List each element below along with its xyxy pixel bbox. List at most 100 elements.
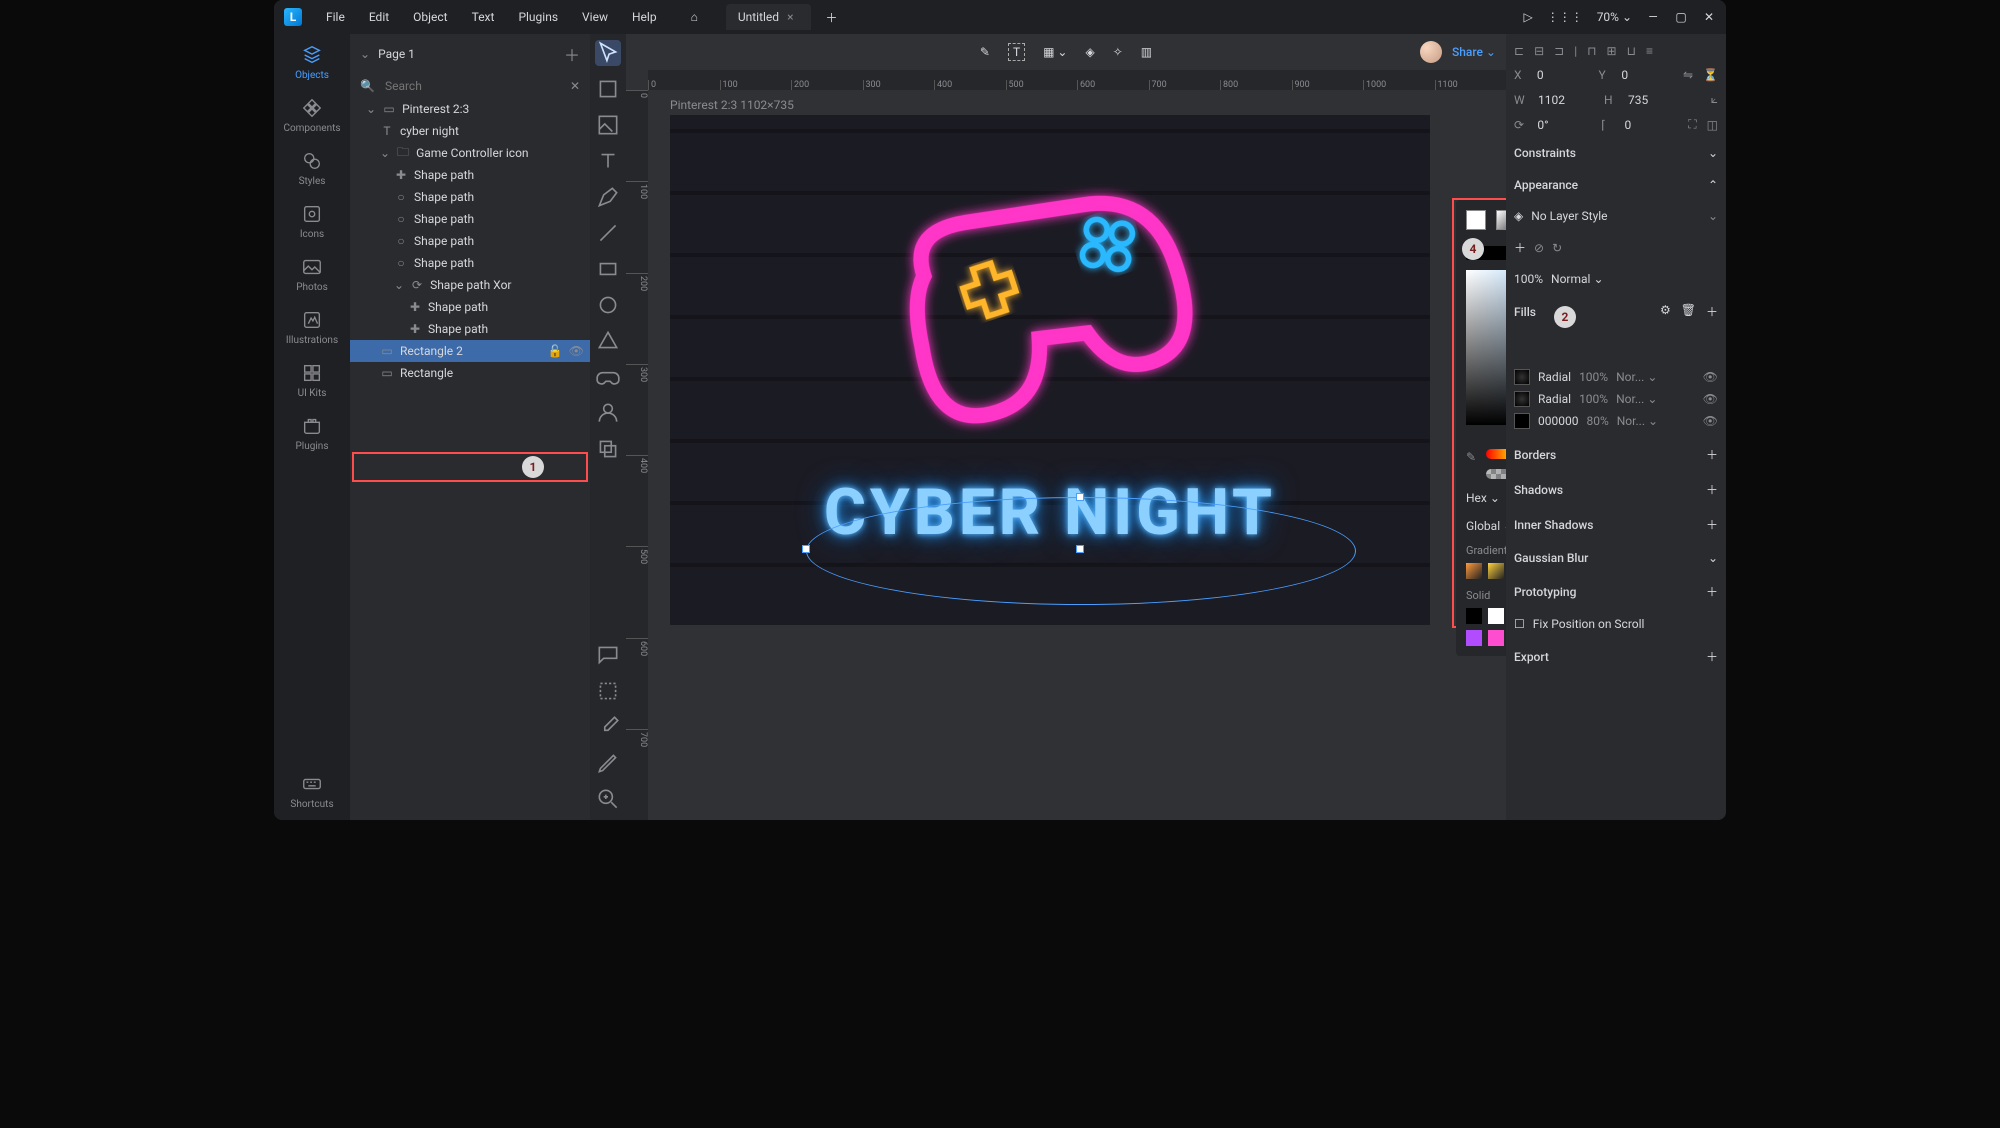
- selection-handle[interactable]: [802, 545, 810, 553]
- add-page-button[interactable]: ＋: [564, 42, 580, 66]
- activity-photos[interactable]: Photos: [296, 256, 328, 293]
- clear-search-icon[interactable]: ✕: [570, 79, 580, 93]
- layer-style-icon[interactable]: ◈: [1514, 209, 1523, 223]
- tool-tidy-icon[interactable]: ▥: [1141, 45, 1152, 59]
- selection-handle[interactable]: [1076, 493, 1084, 501]
- hue-slider[interactable]: [1486, 449, 1506, 459]
- alpha-slider[interactable]: [1486, 469, 1506, 479]
- eye-icon[interactable]: 👁: [1703, 370, 1718, 384]
- play-icon[interactable]: ▷: [1523, 10, 1532, 24]
- pos-x[interactable]: 0: [1537, 68, 1589, 82]
- tool-comment[interactable]: [595, 642, 621, 668]
- menu-object[interactable]: Object: [403, 4, 457, 30]
- width[interactable]: 1102: [1538, 93, 1594, 107]
- layer-item[interactable]: ▭Rectangle 2🔓👁: [350, 340, 590, 362]
- layer-style[interactable]: No Layer Style: [1531, 209, 1607, 223]
- blend-mode[interactable]: Normal ⌄: [1551, 272, 1603, 286]
- swatch[interactable]: [1488, 563, 1504, 579]
- window-maximize-icon[interactable]: ▢: [1674, 10, 1688, 24]
- new-tab-button[interactable]: ＋: [815, 3, 847, 32]
- fill-entry[interactable]: Radial100%Nor... ⌄👁: [1514, 366, 1718, 388]
- layer-item[interactable]: ✚Shape path: [350, 164, 590, 186]
- tool-mask-icon[interactable]: ▦ ⌄: [1043, 45, 1067, 59]
- fill-type-linear[interactable]: [1496, 210, 1506, 230]
- layer-item[interactable]: ⌄▭Pinterest 2:3: [350, 98, 590, 120]
- menu-edit[interactable]: Edit: [359, 4, 399, 30]
- fill-delete-icon[interactable]: 🗑: [1681, 303, 1696, 320]
- align-bottom-icon[interactable]: ⊔: [1627, 44, 1636, 58]
- eye-icon[interactable]: 👁: [1703, 414, 1718, 428]
- tool-person-icon[interactable]: [595, 400, 621, 426]
- align-center-v-icon[interactable]: ⊞: [1607, 44, 1617, 58]
- tool-rectangle[interactable]: [595, 256, 621, 282]
- swatch[interactable]: [1466, 563, 1482, 579]
- tool-polygon[interactable]: [595, 328, 621, 354]
- eye-icon[interactable]: 👁: [569, 344, 584, 358]
- menu-help[interactable]: Help: [622, 4, 667, 30]
- window-close-icon[interactable]: ✕: [1702, 10, 1716, 24]
- align-top-icon[interactable]: ⊓: [1587, 44, 1596, 58]
- selection-handle[interactable]: [1076, 545, 1084, 553]
- menu-file[interactable]: File: [316, 4, 355, 30]
- menu-plugins[interactable]: Plugins: [508, 4, 568, 30]
- lock-icon[interactable]: 🔓: [548, 344, 563, 358]
- artboard-label[interactable]: Pinterest 2:3 1102×735: [670, 98, 794, 112]
- tool-select[interactable]: [595, 40, 621, 66]
- independent-corners-icon[interactable]: ◫: [1707, 118, 1718, 132]
- fill-settings-icon[interactable]: ⚙: [1660, 303, 1671, 320]
- more-align-icon[interactable]: ≡: [1646, 44, 1653, 58]
- fixpos-checkbox[interactable]: ☐: [1514, 617, 1525, 631]
- reset-style-icon[interactable]: ↻: [1552, 241, 1562, 255]
- pos-y[interactable]: 0: [1621, 68, 1673, 82]
- align-left-icon[interactable]: ⊏: [1514, 44, 1524, 58]
- appearance-header[interactable]: Appearance⌃: [1514, 174, 1718, 196]
- tool-component-icon[interactable]: ◈: [1085, 45, 1094, 59]
- tool-game-icon[interactable]: [595, 364, 621, 390]
- tool-align-icon[interactable]: ✧: [1113, 45, 1123, 59]
- tool-eyedropper[interactable]: [595, 714, 621, 740]
- tool-line[interactable]: [595, 220, 621, 246]
- tool-artboard[interactable]: [595, 76, 621, 102]
- tool-pencil[interactable]: [595, 750, 621, 776]
- activity-illustrations[interactable]: Illustrations: [286, 309, 338, 346]
- activity-icons[interactable]: Icons: [300, 203, 324, 240]
- tool-slice[interactable]: [595, 678, 621, 704]
- tool-ellipse[interactable]: [595, 292, 621, 318]
- swatch[interactable]: [1466, 630, 1482, 646]
- layer-item[interactable]: ✚Shape path: [350, 296, 590, 318]
- page-selector[interactable]: ⌄ Page 1 ＋: [350, 34, 590, 74]
- layer-item[interactable]: ✚Shape path: [350, 318, 590, 340]
- layer-item[interactable]: ⌄⟳Shape path Xor: [350, 274, 590, 296]
- shadows-header[interactable]: Shadows＋: [1514, 477, 1718, 502]
- activity-objects[interactable]: Objects: [295, 44, 329, 81]
- fill-entry[interactable]: Radial100%Nor... ⌄👁: [1514, 388, 1718, 410]
- activity-uikits[interactable]: UI Kits: [298, 362, 327, 399]
- tool-image[interactable]: [595, 112, 621, 138]
- height[interactable]: 735: [1628, 93, 1684, 107]
- layer-item[interactable]: ○Shape path: [350, 186, 590, 208]
- swatch[interactable]: [1488, 608, 1504, 624]
- activity-components[interactable]: Components: [283, 97, 340, 134]
- search-input[interactable]: [383, 78, 562, 94]
- tool-boolean[interactable]: [595, 436, 621, 462]
- home-icon[interactable]: ⌂: [681, 4, 708, 30]
- close-tab-icon[interactable]: ×: [787, 10, 793, 24]
- tool-textbox-icon[interactable]: T: [1008, 43, 1025, 61]
- blur-header[interactable]: Gaussian Blur ⌄: [1514, 547, 1718, 569]
- align-right-icon[interactable]: ⊐: [1554, 44, 1564, 58]
- activity-styles[interactable]: Styles: [299, 150, 326, 187]
- opacity[interactable]: 100%: [1514, 272, 1543, 286]
- swatch[interactable]: [1488, 630, 1504, 646]
- layer-item[interactable]: Tcyber night: [350, 120, 590, 142]
- fill-add-button[interactable]: ＋: [1706, 303, 1718, 320]
- artboard[interactable]: CYBER NIGHT: [670, 115, 1430, 625]
- constraints-header[interactable]: Constraints⌄: [1514, 142, 1718, 164]
- expand-corners-icon[interactable]: ⛶: [1688, 117, 1696, 132]
- fill-type-solid[interactable]: [1466, 210, 1486, 230]
- layer-item[interactable]: ○Shape path: [350, 230, 590, 252]
- document-tab[interactable]: Untitled ×: [726, 4, 812, 30]
- export-header[interactable]: Export＋: [1514, 644, 1718, 669]
- window-minimize-icon[interactable]: —: [1646, 10, 1660, 24]
- zoom-level[interactable]: 70% ⌄: [1597, 10, 1632, 24]
- saturation-value-field[interactable]: [1466, 270, 1506, 425]
